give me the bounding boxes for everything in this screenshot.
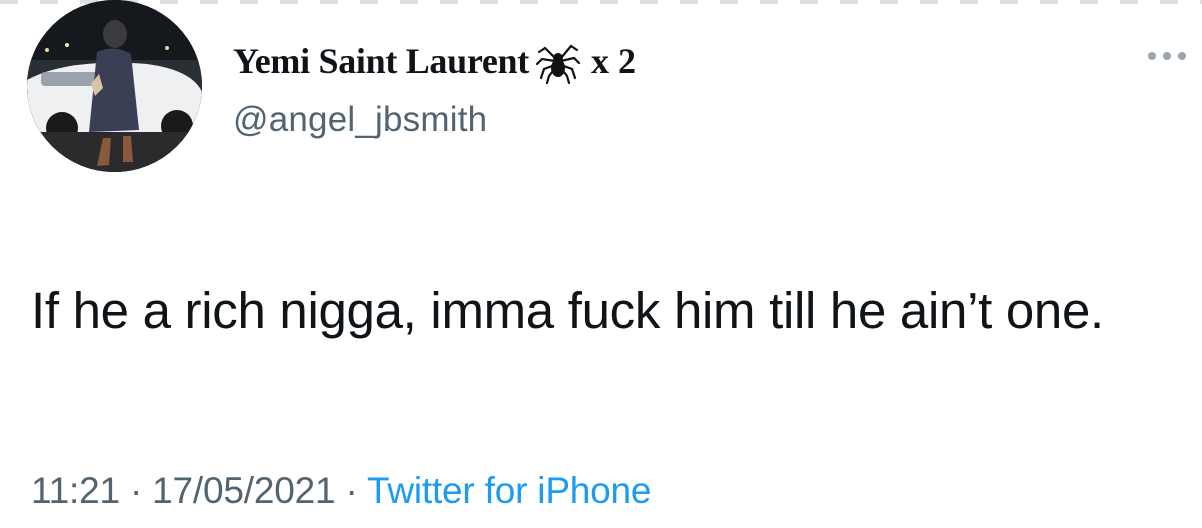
- tweet-date[interactable]: 17/05/2021: [152, 470, 335, 511]
- more-options-icon[interactable]: [1148, 48, 1198, 64]
- tweet-metadata: 11:21 · 17/05/2021 · Twitter for iPhone: [31, 470, 652, 512]
- user-handle[interactable]: @angel_jbsmith: [233, 100, 487, 140]
- dot: [1148, 52, 1156, 60]
- display-name[interactable]: Yemi Saint Laurent: [233, 40, 529, 82]
- tweet-source[interactable]: Twitter for iPhone: [367, 470, 652, 511]
- user-name-row: Yemi Saint Laurent x 2: [233, 38, 636, 84]
- divider: [0, 0, 1202, 4]
- tweet-text: If he a rich nigga, imma fuck him till h…: [31, 282, 1104, 339]
- dot: [1178, 52, 1186, 60]
- dot: [1163, 52, 1171, 60]
- separator: ·: [345, 470, 358, 511]
- separator: ·: [129, 470, 143, 511]
- name-suffix: x 2: [590, 41, 636, 81]
- avatar[interactable]: [27, 0, 202, 172]
- spider-icon: [535, 38, 581, 84]
- tweet-time[interactable]: 11:21: [31, 470, 120, 511]
- tweet-card: Yemi Saint Laurent x 2 @angel_jbsmith If…: [0, 0, 1202, 528]
